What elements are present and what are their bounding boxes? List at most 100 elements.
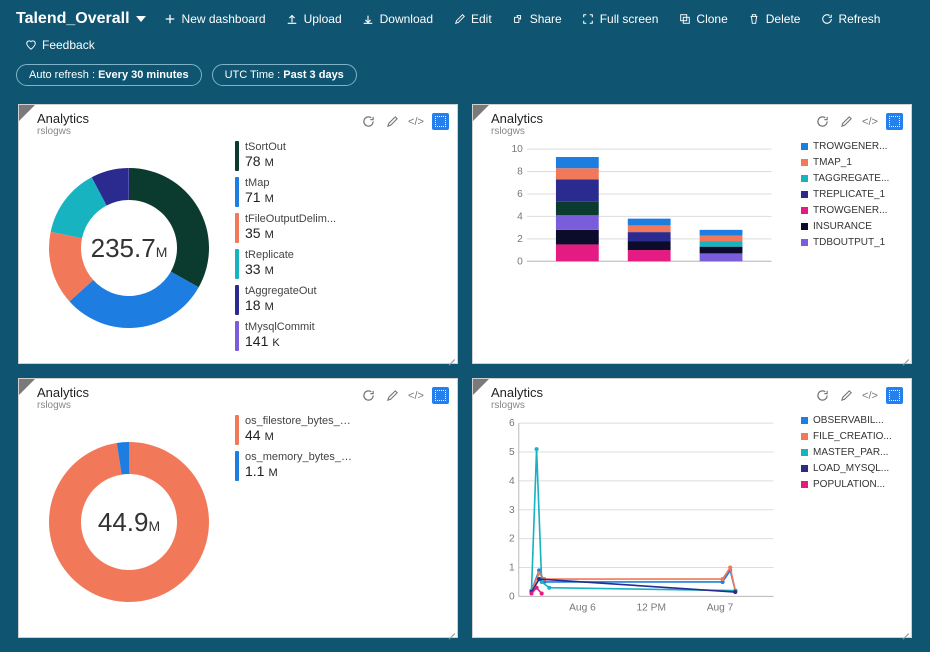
legend-item[interactable]: TREPLICATE_1 <box>801 189 903 200</box>
legend-label: tFileOutputDelim... <box>245 213 336 225</box>
legend-item[interactable]: tFileOutputDelim...35 M <box>235 213 449 243</box>
download-button[interactable]: Download <box>354 8 441 30</box>
panel-code-icon[interactable]: </> <box>862 388 878 404</box>
panel-edit-icon[interactable] <box>838 388 854 404</box>
legend-item[interactable]: TMAP_1 <box>801 157 903 168</box>
resize-handle[interactable] <box>445 625 455 635</box>
panel-options-icon[interactable] <box>886 113 903 130</box>
legend-swatch <box>235 451 239 481</box>
legend-item[interactable]: TAGGREGATE... <box>801 173 903 184</box>
legend-value: 71 M <box>245 189 274 205</box>
panel-grid: Analytics rslogws </> 235.7M tSortOut78 … <box>0 90 930 652</box>
trash-icon <box>748 13 761 26</box>
legend-item[interactable]: tAggregateOut18 M <box>235 285 449 315</box>
legend-item[interactable]: INSURANCE <box>801 221 903 232</box>
donut-center: 44.9M <box>98 507 160 538</box>
panel-filter-corner[interactable] <box>473 105 489 121</box>
donut-center: 235.7M <box>91 233 168 264</box>
new-dashboard-button[interactable]: New dashboard <box>156 8 274 30</box>
legend-item[interactable]: LOAD_MYSQL... <box>801 463 903 474</box>
panel-refresh-icon[interactable] <box>814 388 830 404</box>
delete-button[interactable]: Delete <box>740 8 809 30</box>
legend-value: 35 M <box>245 225 336 241</box>
panel-title: Analytics <box>491 385 543 400</box>
legend-swatch <box>235 249 239 279</box>
edit-button[interactable]: Edit <box>445 8 500 30</box>
panel-components-donut: Analytics rslogws </> 235.7M tSortOut78 … <box>18 104 458 364</box>
panel-edit-icon[interactable] <box>384 114 400 130</box>
resize-handle[interactable] <box>899 351 909 361</box>
pencil-icon <box>453 13 466 26</box>
fullscreen-icon <box>582 13 595 26</box>
line-legend: OBSERVABIL... FILE_CREATIO... MASTER_PAR..… <box>795 415 903 629</box>
legend-item[interactable]: tReplicate33 M <box>235 249 449 279</box>
legend-item[interactable]: FILE_CREATIO... <box>801 431 903 442</box>
panel-options-icon[interactable] <box>432 387 449 404</box>
legend-label: TROWGENER... <box>813 205 887 216</box>
legend-item[interactable]: os_filestore_bytes_avail...44 M <box>235 415 449 445</box>
panel-refresh-icon[interactable] <box>814 114 830 130</box>
legend-item[interactable]: tMysqlCommit141 K <box>235 321 449 351</box>
refresh-button[interactable]: Refresh <box>812 8 888 30</box>
svg-text:3: 3 <box>509 505 515 516</box>
auto-refresh-pill[interactable]: Auto refresh : Every 30 minutes <box>16 64 202 86</box>
feedback-button[interactable]: Feedback <box>16 34 103 56</box>
refresh-icon <box>820 13 833 26</box>
legend-label: POPULATION... <box>813 479 885 490</box>
svg-text:2: 2 <box>509 534 515 545</box>
resize-handle[interactable] <box>445 351 455 361</box>
svg-text:12 PM: 12 PM <box>637 603 666 614</box>
legend-item[interactable]: os_memory_bytes_avail...1.1 M <box>235 451 449 481</box>
legend-swatch <box>801 465 808 472</box>
legend-swatch <box>235 141 239 171</box>
stacked-bar-chart: 0246810File_Creation_OBSMaster_parallell… <box>483 141 795 355</box>
time-range-pill[interactable]: UTC Time : Past 3 days <box>212 64 357 86</box>
legend-item[interactable]: OBSERVABIL... <box>801 415 903 426</box>
svg-text:5: 5 <box>509 447 515 458</box>
fullscreen-button[interactable]: Full screen <box>574 8 667 30</box>
panel-filter-corner[interactable] <box>19 379 35 395</box>
legend-label: TROWGENER... <box>813 141 887 152</box>
dashboard-header: Talend_Overall New dashboard Upload Down… <box>0 0 930 90</box>
panel-code-icon[interactable]: </> <box>862 114 878 130</box>
legend-label: TREPLICATE_1 <box>813 189 885 200</box>
panel-edit-icon[interactable] <box>838 114 854 130</box>
svg-text:1: 1 <box>509 563 515 574</box>
legend-item[interactable]: MASTER_PAR... <box>801 447 903 458</box>
panel-edit-icon[interactable] <box>384 388 400 404</box>
share-button[interactable]: Share <box>504 8 570 30</box>
legend-swatch <box>235 415 239 445</box>
svg-text:10: 10 <box>511 144 523 155</box>
legend-label: TMAP_1 <box>813 157 852 168</box>
legend-item[interactable]: TROWGENER... <box>801 141 903 152</box>
clone-button[interactable]: Clone <box>670 8 735 30</box>
legend-swatch <box>235 177 239 207</box>
legend-value: 78 M <box>245 153 286 169</box>
legend-label: INSURANCE <box>813 221 872 232</box>
resize-handle[interactable] <box>899 625 909 635</box>
legend-item[interactable]: tMap71 M <box>235 177 449 207</box>
panel-source: rslogws <box>491 400 543 411</box>
panel-options-icon[interactable] <box>886 387 903 404</box>
toolbar: Talend_Overall New dashboard Upload Down… <box>16 8 914 56</box>
plus-icon <box>164 13 177 26</box>
legend-swatch <box>801 433 808 440</box>
svg-text:0: 0 <box>509 591 515 602</box>
panel-code-icon[interactable]: </> <box>408 388 424 404</box>
panel-options-icon[interactable] <box>432 113 449 130</box>
panel-code-icon[interactable]: </> <box>408 114 424 130</box>
upload-button[interactable]: Upload <box>278 8 350 30</box>
legend-label: OBSERVABIL... <box>813 415 884 426</box>
legend-item[interactable]: TDBOUTPUT_1 <box>801 237 903 248</box>
panel-refresh-icon[interactable] <box>360 388 376 404</box>
dashboard-title[interactable]: Talend_Overall <box>16 10 146 28</box>
panel-refresh-icon[interactable] <box>360 114 376 130</box>
legend-item[interactable]: TROWGENER... <box>801 205 903 216</box>
legend-item[interactable]: tSortOut78 M <box>235 141 449 171</box>
legend-swatch <box>801 481 808 488</box>
svg-text:Aug 6: Aug 6 <box>569 603 596 614</box>
legend-item[interactable]: POPULATION... <box>801 479 903 490</box>
svg-text:0: 0 <box>517 256 523 267</box>
panel-filter-corner[interactable] <box>473 379 489 395</box>
panel-filter-corner[interactable] <box>19 105 35 121</box>
